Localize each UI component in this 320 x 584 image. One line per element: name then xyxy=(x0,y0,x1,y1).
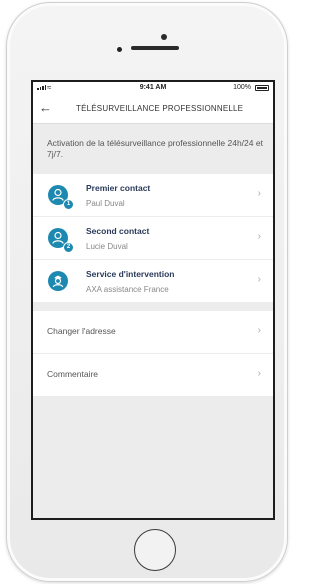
settings-list: Changer l'adresse › Commentaire › xyxy=(33,311,273,396)
contact-title: Premier contact xyxy=(86,183,151,193)
back-arrow-icon[interactable]: ← xyxy=(39,100,52,115)
contact-number-badge: 2 xyxy=(63,242,74,253)
battery-icon xyxy=(255,85,269,91)
contact-row-second[interactable]: 2 Second contact Lucie Duval › xyxy=(33,217,273,260)
app-screen: ≈ 9:41 AM 100% ← TÉLÉSURVEILLANCE PROFES… xyxy=(31,80,275,520)
chevron-right-icon: › xyxy=(257,325,261,336)
change-address-row[interactable]: Changer l'adresse › xyxy=(33,311,273,354)
contact-title: Second contact xyxy=(86,226,150,236)
contact-name: AXA assistance France xyxy=(86,285,169,294)
contacts-list: 1 Premier contact Paul Duval › 2 Second … xyxy=(33,174,273,302)
intro-text: Activation de la télésurveillance profes… xyxy=(47,138,263,159)
comment-row[interactable]: Commentaire › xyxy=(33,354,273,396)
proximity-sensor xyxy=(117,47,122,52)
earpiece-speaker xyxy=(131,46,179,50)
security-guard-icon xyxy=(48,271,68,291)
chevron-right-icon: › xyxy=(257,368,261,379)
chevron-right-icon: › xyxy=(257,231,261,242)
contact-row-intervention[interactable]: Service d'intervention AXA assistance Fr… xyxy=(33,260,273,302)
app-bar: ← TÉLÉSURVEILLANCE PROFESSIONNELLE xyxy=(33,95,273,124)
chevron-right-icon: › xyxy=(257,188,261,199)
contact-name: Paul Duval xyxy=(86,199,125,208)
front-camera xyxy=(161,34,167,40)
home-button[interactable] xyxy=(134,529,176,571)
chevron-right-icon: › xyxy=(257,274,261,285)
change-address-label: Changer l'adresse xyxy=(47,326,116,336)
status-bar: ≈ 9:41 AM 100% xyxy=(33,82,273,95)
comment-label: Commentaire xyxy=(47,369,99,379)
contact-row-first[interactable]: 1 Premier contact Paul Duval › xyxy=(33,174,273,217)
contact-name: Lucie Duval xyxy=(86,242,128,251)
battery-percent: 100% xyxy=(233,84,251,91)
contact-number-badge: 1 xyxy=(63,199,74,210)
contact-title: Service d'intervention xyxy=(86,269,175,279)
page-title: TÉLÉSURVEILLANCE PROFESSIONNELLE xyxy=(76,104,244,113)
